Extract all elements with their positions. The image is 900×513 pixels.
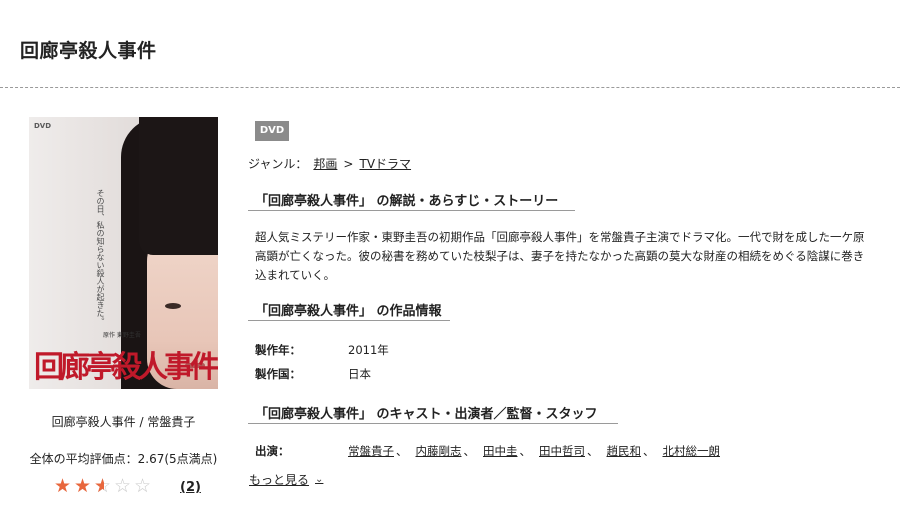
section-divider (248, 210, 575, 211)
info-row-year: 製作年： 2011年 (255, 342, 389, 358)
info-label: 製作国： (255, 367, 301, 381)
section-divider (248, 320, 450, 321)
cover-title: 回廊亭殺人事件 (34, 350, 218, 385)
show-more-link[interactable]: もっと見る ⌄ (249, 471, 323, 488)
cast-separator: 、 (519, 444, 532, 458)
cover-dvd-logo: DVD (34, 122, 52, 130)
cast-label: 出演： (255, 444, 290, 458)
info-label: 製作年： (255, 343, 301, 357)
review-count-link[interactable]: (2) (180, 480, 201, 495)
average-rating-text: 全体の平均評価点：2.67(5点満点) (29, 452, 218, 466)
star-icon-full: ★ (54, 475, 72, 497)
info-value: 日本 (348, 367, 371, 381)
star-icon-empty: ☆ (134, 475, 152, 497)
info-value: 2011年 (348, 343, 389, 357)
cast-heading: 「回廊亭殺人事件」 のキャスト・出演者／監督・スタッフ (255, 407, 598, 422)
page-title: 回廊亭殺人事件 (20, 40, 157, 62)
cast-separator: 、 (463, 444, 476, 458)
cast-list: 出演： 常盤貴子、 内藤剛志、 田中圭、 田中哲司、 趙民和、 北村総一朗 (255, 443, 720, 459)
cast-link[interactable]: 田中哲司 (539, 443, 585, 459)
cast-separator: 、 (396, 444, 408, 458)
star-icon-full: ★ (74, 475, 92, 497)
synopsis-text: 超人気ミステリー作家・東野圭吾の初期作品「回廊亭殺人事件」を常盤貴子主演でドラマ… (255, 230, 865, 282)
section-divider (248, 423, 618, 424)
format-badge: DVD (255, 121, 289, 141)
cover-credit: 原作 東野圭吾 (103, 332, 141, 339)
synopsis-heading: 「回廊亭殺人事件」 の解説・あらすじ・ストーリー (255, 194, 559, 209)
star-icon-empty: ☆ (114, 475, 132, 497)
cast-link[interactable]: 常盤貴子 (348, 443, 394, 459)
cover-caption: 回廊亭殺人事件 / 常盤貴子 (51, 415, 196, 429)
genre-link-tvdrama[interactable]: TVドラマ (359, 155, 411, 172)
work-info-heading: 「回廊亭殺人事件」 の作品情報 (255, 304, 442, 319)
show-more-label: もっと見る (249, 473, 310, 487)
star-icon-half: ☆ ★ (94, 475, 112, 497)
genre-breadcrumb: ジャンル： 邦画 > TVドラマ (248, 155, 411, 172)
chevron-down-icon: ⌄ (315, 474, 324, 485)
cast-link[interactable]: 趙民和 (607, 443, 642, 459)
info-row-country: 製作国： 日本 (255, 366, 371, 382)
cast-separator: 、 (587, 444, 599, 458)
cast-link[interactable]: 田中圭 (483, 443, 518, 459)
dvd-cover-image[interactable]: DVD その日、私の知らない殺人が起きた。 原作 東野圭吾 回廊亭殺人事件 (29, 117, 218, 389)
breadcrumb-separator: > (343, 156, 354, 171)
cast-link[interactable]: 北村総一朗 (663, 443, 721, 459)
cast-separator: 、 (643, 444, 655, 458)
star-rating: ★ ★ ☆ ★ ☆ ☆ (54, 476, 153, 496)
cast-link[interactable]: 内藤剛志 (416, 443, 462, 459)
genre-label: ジャンル： (248, 157, 308, 171)
genre-link-houga[interactable]: 邦画 (313, 155, 337, 172)
cover-eye (165, 303, 181, 309)
cover-fringe (139, 117, 218, 255)
cover-tagline: その日、私の知らない殺人が起きた。 (96, 189, 105, 325)
title-divider (0, 87, 900, 88)
